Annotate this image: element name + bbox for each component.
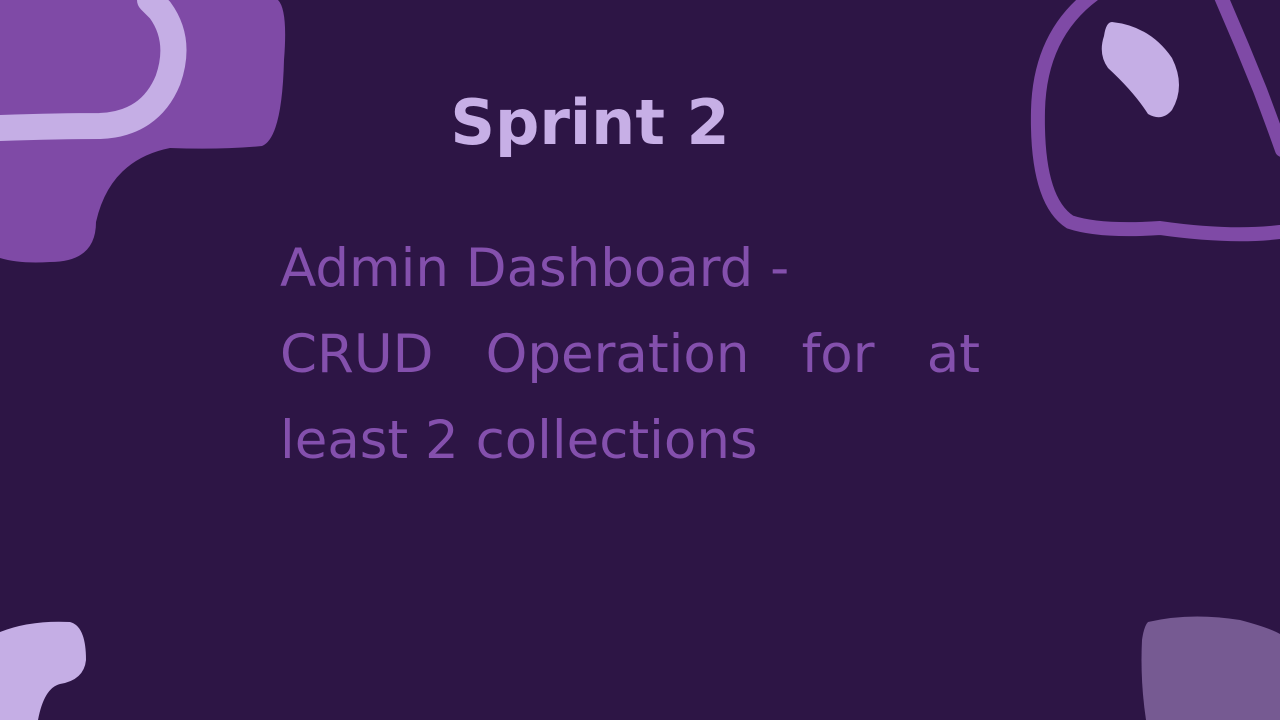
bottom-right-blob [1141, 616, 1280, 720]
body-line-2-word-3: for [801, 324, 875, 385]
body-line-3: least 2 collections [280, 410, 758, 471]
body-line-1: Admin Dashboard - [280, 238, 790, 299]
bottom-left-blob [0, 621, 86, 720]
body-line-2-word-1: CRUD [280, 324, 434, 385]
body-line-2-word-2: Operation [485, 324, 750, 385]
slide-title: Sprint 2 [450, 86, 730, 159]
slide: Sprint 2 Admin Dashboard - CRUD Operatio… [0, 0, 1280, 720]
body-line-2-word-4: at [926, 324, 980, 385]
top-right-lavender-shape [1101, 22, 1179, 118]
top-right-outline-blob-edge [1214, 0, 1280, 157]
slide-body-text: Admin Dashboard - CRUD Operation for at … [280, 226, 980, 484]
body-line-2: CRUD Operation for at [280, 312, 980, 398]
